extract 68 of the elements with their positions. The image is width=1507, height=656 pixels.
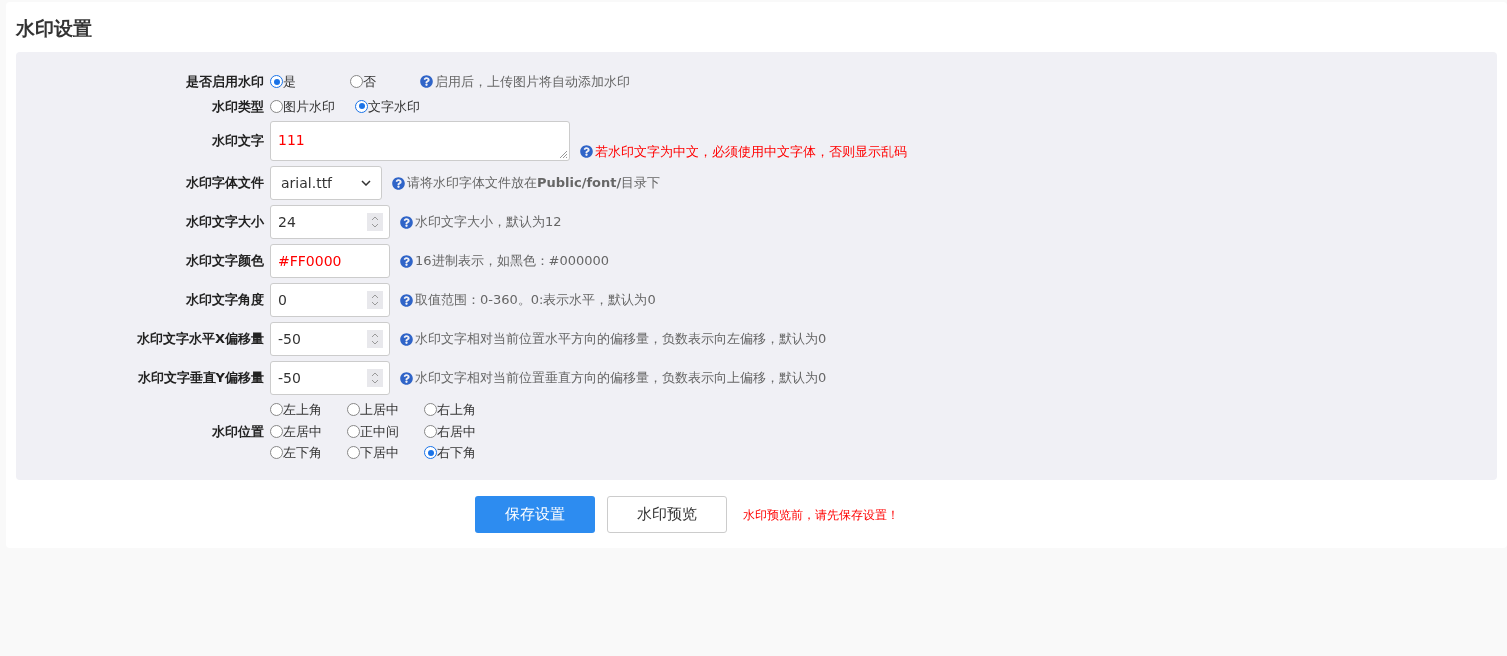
radio-option[interactable]: 左上角 [270,400,347,420]
field-label: 水印类型 [211,97,265,116]
text-area[interactable]: 111 [270,121,570,161]
radio-option[interactable]: 右下角 [424,443,501,463]
hint-text: 水印文字相对当前位置垂直方向的偏移量，负数表示向上偏移，默认为0 [415,369,827,388]
field-label: 水印字体文件 [185,174,265,193]
number-input[interactable]: -50 [270,322,390,356]
font-select[interactable]: arial.ttf [270,166,382,200]
radio-option[interactable]: 上居中 [347,400,424,420]
chevron-down-icon [361,180,371,186]
radio-button[interactable] [424,403,437,417]
radio-button[interactable] [270,424,283,438]
hint-text: 启用后，上传图片将自动添加水印 [435,73,630,91]
preview-button[interactable]: 水印预览 [606,496,727,533]
field-label: 水印文字大小 [185,213,265,232]
field-label: 水印位置 [211,422,265,441]
radio-option[interactable]: 文字水印 [355,96,420,116]
field-label: 水印文字水平X偏移量 [135,330,265,349]
spinner-icon[interactable] [367,369,383,387]
radio-option[interactable]: 图片水印 [270,96,335,116]
field-label: 水印文字颜色 [185,252,265,271]
radio-button[interactable] [424,424,437,438]
hint-text: 水印文字相对当前位置水平方向的偏移量，负数表示向左偏移，默认为0 [415,330,827,349]
help-icon [400,293,413,307]
radio-button[interactable] [347,446,360,460]
radio-option[interactable]: 正中间 [347,421,424,441]
spinner-icon[interactable] [367,291,383,309]
help-icon [580,144,593,158]
spinner-icon[interactable] [367,330,383,348]
hint-text: 16进制表示，如黑色：#000000 [415,252,610,271]
field-label: 水印文字 [211,132,265,151]
field-label: 水印文字垂直Y偏移量 [136,369,265,388]
field-label: 水印文字角度 [185,291,265,310]
page-title: 水印设置 [16,16,93,41]
hint-text: 水印文字大小，默认为12 [415,213,562,232]
field-label: 是否启用水印 [185,73,265,91]
radio-option[interactable]: 右居中 [424,421,501,441]
radio-option[interactable]: 右上角 [424,400,501,420]
radio-button[interactable] [347,403,360,417]
help-icon [400,254,413,268]
radio-button[interactable] [270,403,283,417]
radio-option[interactable]: 左居中 [270,421,347,441]
radio-button[interactable] [347,424,360,438]
radio-button[interactable] [270,446,283,460]
help-icon [420,75,433,89]
help-icon [392,176,405,190]
number-input[interactable]: 0 [270,283,390,317]
radio-button[interactable] [424,446,437,460]
number-input[interactable]: 24 [270,205,390,239]
radio-option[interactable]: 左下角 [270,443,347,463]
number-input[interactable]: -50 [270,361,390,395]
radio-option[interactable]: 是 [270,72,330,92]
radio-option[interactable]: 否 [350,72,410,92]
radio-button[interactable] [270,75,283,89]
text-input[interactable]: #FF0000 [270,244,390,278]
footer-note: 水印预览前，请先保存设置！ [742,506,899,524]
hint-text: 请将水印字体文件放在Public/font/目录下 [407,174,661,193]
radio-button[interactable] [355,99,368,113]
spinner-icon[interactable] [367,213,383,231]
radio-button[interactable] [270,99,283,113]
radio-option[interactable]: 下居中 [347,443,424,463]
resize-handle-icon[interactable] [558,149,568,159]
radio-button[interactable] [350,75,363,89]
hint-text: 若水印文字为中文，必须使用中文字体，否则显示乱码 [595,142,907,161]
help-icon [400,371,413,385]
help-icon [400,215,413,229]
hint-text: 取值范围：0-360。0:表示水平，默认为0 [415,291,656,310]
help-icon [400,332,413,346]
